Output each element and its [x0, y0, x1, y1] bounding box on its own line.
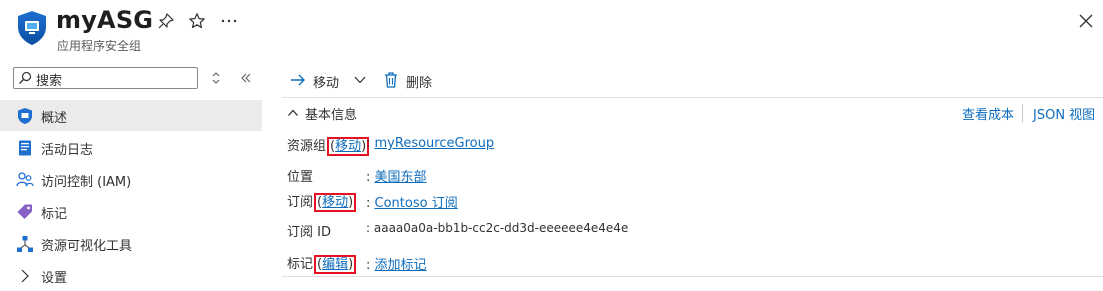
- sidebar-item-overview[interactable]: 概述: [0, 100, 262, 131]
- sidebar-item-tags[interactable]: 标记: [0, 196, 262, 227]
- delete-button[interactable]: 删除: [382, 70, 442, 91]
- sidebar-item-activity-log[interactable]: 活动日志: [0, 132, 262, 163]
- arrow-right-icon: [291, 74, 305, 86]
- property-value: : myResourceGroup: [366, 136, 495, 151]
- view-cost-link[interactable]: 查看成本: [962, 104, 1014, 123]
- tag-icon: [17, 204, 32, 219]
- location-link[interactable]: 美国东部: [375, 170, 427, 185]
- subscription-id-value: aaaa0a0a-bb1b-cc2c-dd3d-eeeeee4e4e4e: [373, 221, 629, 235]
- sidebar-item-resource-visualizer[interactable]: 资源可视化工具: [0, 228, 262, 259]
- move-subscription-link[interactable]: 移动: [322, 195, 348, 210]
- property-value: : Contoso 订阅: [366, 196, 458, 211]
- search-placeholder: 搜索: [36, 74, 63, 89]
- property-value: : 美国东部: [366, 170, 427, 185]
- json-view-link[interactable]: JSON 视图: [1033, 104, 1095, 123]
- page-title: myASG: [56, 6, 154, 34]
- highlight-box: (编辑): [314, 255, 357, 274]
- divider: [282, 97, 1103, 98]
- highlight-box: (移动): [314, 193, 357, 212]
- asg-shield-icon: [18, 108, 32, 124]
- resource-group-link[interactable]: myResourceGroup: [375, 136, 495, 151]
- move-resource-group-link[interactable]: 移动: [335, 139, 361, 154]
- chevron-down-icon: [354, 76, 366, 84]
- people-icon: [16, 172, 34, 187]
- property-label: 标记 (编辑): [287, 253, 357, 274]
- edit-tags-link[interactable]: 编辑: [322, 257, 348, 272]
- star-icon[interactable]: [188, 12, 206, 30]
- chevron-up-icon: [288, 109, 298, 116]
- chevron-right-icon: [21, 269, 29, 283]
- search-input[interactable]: 搜索: [13, 67, 198, 89]
- sidebar-item-iam[interactable]: 访问控制 (IAM): [0, 164, 262, 195]
- sort-icon[interactable]: [209, 71, 223, 85]
- property-label: 资源组 (移动): [287, 135, 370, 156]
- property-label: 位置: [287, 170, 314, 185]
- asg-shield-icon: [18, 11, 46, 45]
- graph-icon: [17, 236, 33, 252]
- divider: [1022, 104, 1023, 122]
- collapse-sidebar-icon[interactable]: [239, 71, 253, 85]
- divider: [282, 276, 1103, 277]
- property-label: 订阅 ID: [287, 225, 331, 240]
- sidebar-item-settings[interactable]: 设置: [0, 260, 262, 291]
- add-tags-link[interactable]: 添加标记: [375, 258, 427, 273]
- move-button[interactable]: 移动: [289, 70, 371, 91]
- property-label: 订阅 (移动): [287, 191, 357, 212]
- page-subtitle: 应用程序安全组: [57, 39, 142, 53]
- trash-icon: [385, 72, 397, 88]
- search-icon: [19, 71, 32, 84]
- log-icon: [19, 140, 31, 156]
- highlight-box: (移动): [327, 137, 370, 156]
- more-icon[interactable]: [220, 12, 238, 30]
- property-value: : aaaa0a0a-bb1b-cc2c-dd3d-eeeeee4e4e4e: [366, 221, 629, 235]
- subscription-link[interactable]: Contoso 订阅: [375, 196, 458, 211]
- pin-icon[interactable]: [157, 12, 175, 30]
- property-value: : 添加标记: [366, 258, 427, 273]
- close-icon[interactable]: [1077, 12, 1095, 30]
